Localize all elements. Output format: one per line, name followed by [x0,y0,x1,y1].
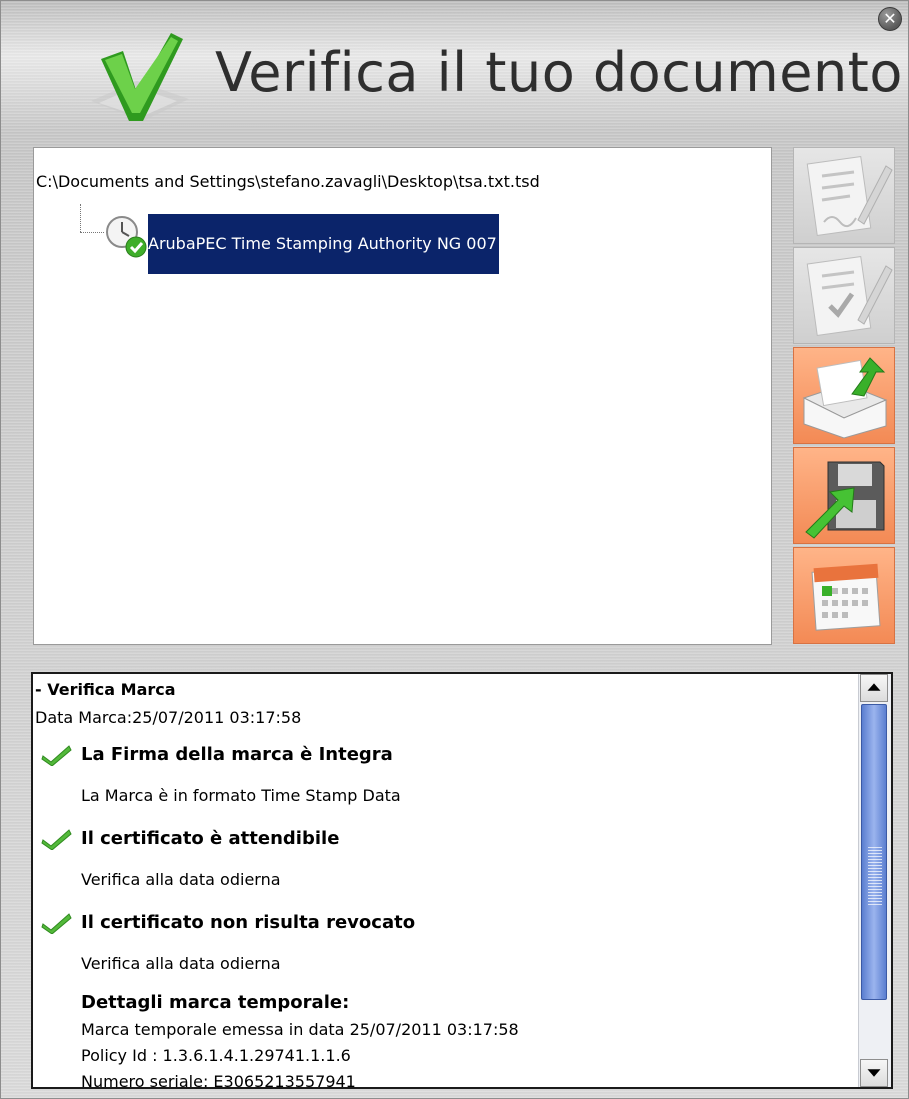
tree-connector [80,204,81,232]
sign-document-button[interactable] [793,147,895,244]
document-check-pen-icon [806,256,893,336]
vertical-scrollbar[interactable] [858,674,891,1087]
clock-check-icon [106,216,147,258]
check-note: Verifica alla data odierna [81,954,281,973]
scroll-up-button[interactable] [860,674,888,702]
floppy-arrow-icon [805,461,885,539]
check-title: Il certificato non risulta revocato [81,912,416,933]
scroll-down-button[interactable] [860,1059,888,1087]
save-document-button[interactable] [793,447,895,544]
envelope-arrow-icon [802,357,888,439]
check-note: Verifica alla data odierna [81,870,281,889]
check-title: La Firma della marca è Integra [81,744,393,765]
check-title: Il certificato è attendibile [81,828,340,849]
document-pen-icon [806,156,893,236]
tree-node-tsa[interactable]: ArubaPEC Time Stamping Authority NG 007 [148,214,499,274]
calendar-icon [811,563,881,631]
green-check-icon [41,829,72,850]
timestamp-detail-line: Marca temporale emessa in data 25/07/201… [81,1020,519,1039]
details-content: - Verifica Marca Data Marca:25/07/2011 0… [33,674,859,1087]
document-tree-panel[interactable]: C:\Documents and Settings\stefano.zavagl… [33,147,772,645]
check-note: La Marca è in formato Time Stamp Data [81,786,401,805]
green-check-icon [41,745,72,766]
timestamp-date: Data Marca:25/07/2011 03:17:58 [35,708,302,727]
arrow-up-icon [867,683,881,691]
file-path-label: C:\Documents and Settings\stefano.zavagl… [36,172,540,191]
calendar-button[interactable] [793,547,895,644]
close-button[interactable]: ✕ [878,7,902,31]
send-mail-button[interactable] [793,347,895,444]
scrollbar-thumb[interactable] [861,704,887,1000]
tree-connector [80,232,104,233]
arrow-down-icon [867,1069,881,1077]
timestamp-detail-line: Numero seriale: E3065213557941 [81,1072,356,1089]
green-check-icon [41,913,72,934]
verify-document-window: ✕ Verifica il tuo documento C:\Documents… [0,0,909,1099]
verification-details-panel[interactable]: - Verifica Marca Data Marca:25/07/2011 0… [31,672,893,1089]
grip-icon [868,845,882,905]
checkmark-logo-icon [91,33,189,121]
verify-signature-button[interactable] [793,247,895,344]
timestamp-detail-line: Policy Id : 1.3.6.1.4.1.29741.1.1.6 [81,1046,351,1065]
page-title: Verifica il tuo documento [215,41,903,104]
timestamp-details-heading: Dettagli marca temporale: [81,992,350,1013]
section-title[interactable]: - Verifica Marca [35,680,176,699]
